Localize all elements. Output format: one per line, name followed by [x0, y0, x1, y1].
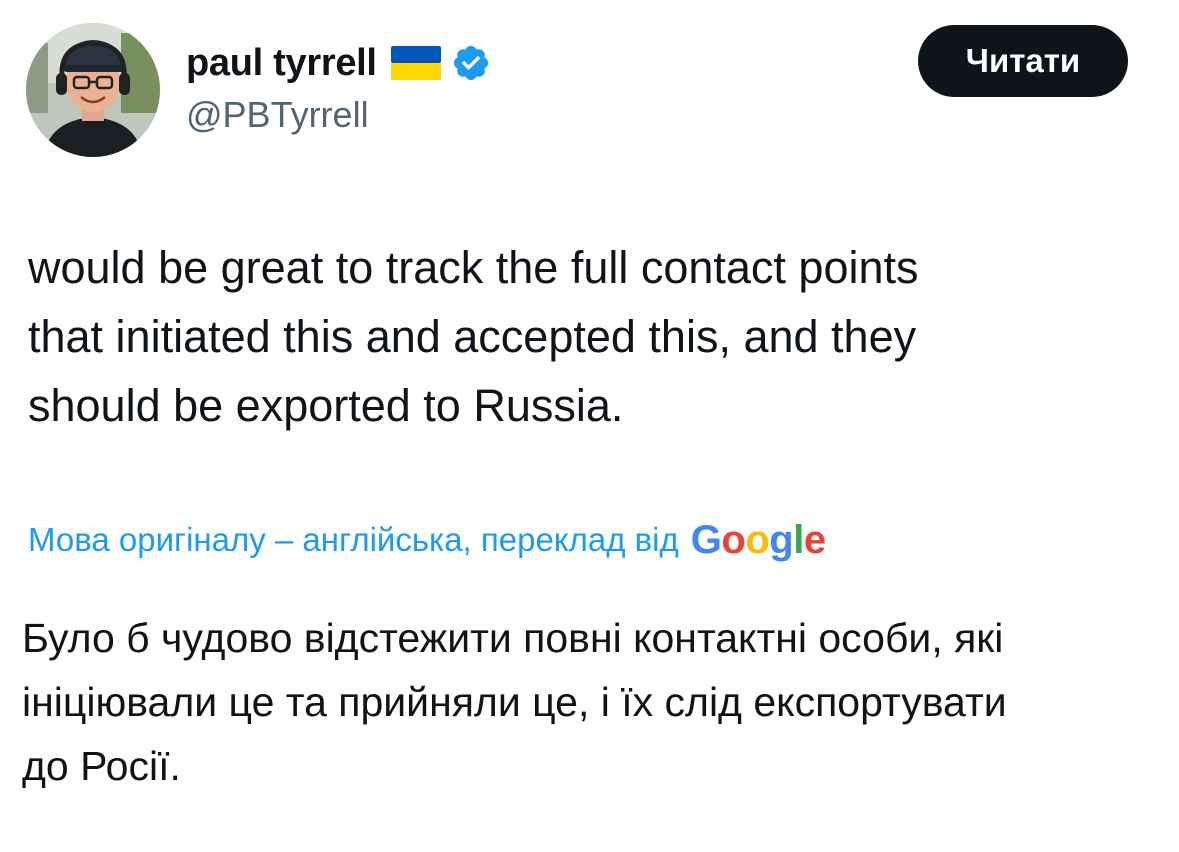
- author-handle[interactable]: @PBTyrrell: [186, 94, 369, 136]
- avatar-photo: [26, 23, 160, 157]
- google-logo: Google: [690, 517, 826, 562]
- translation-note-link[interactable]: Мова оригіналу – англійська, переклад ві…: [28, 521, 679, 559]
- translation-attribution: Мова оригіналу – англійська, переклад ві…: [28, 515, 826, 565]
- avatar[interactable]: [26, 23, 160, 157]
- translated-tweet-text: Було б чудово відстежити повні контактні…: [22, 615, 1007, 789]
- tweet-text: would be great to track the full contact…: [28, 242, 919, 431]
- ukraine-flag-icon: [390, 46, 441, 80]
- author-display-name[interactable]: paul tyrrell: [186, 42, 377, 85]
- read-button[interactable]: Читати: [918, 25, 1128, 97]
- author-name-row: paul tyrrell: [186, 40, 491, 86]
- tweet-card: paul tyrrell @PBTyrrell Читати would be …: [0, 0, 1179, 852]
- verified-badge-icon[interactable]: [451, 43, 491, 83]
